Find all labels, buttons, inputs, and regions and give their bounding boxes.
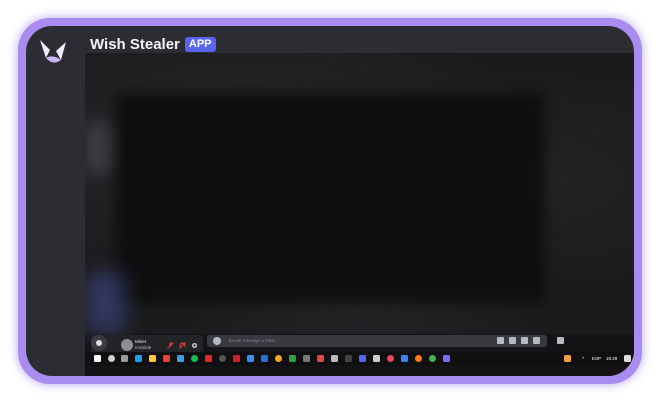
- user-status: Invisible: [135, 345, 152, 350]
- gear-icon[interactable]: [191, 342, 198, 349]
- sticker-icon[interactable]: [521, 337, 528, 344]
- app-title: Wish Stealer: [90, 35, 180, 53]
- notification-icon[interactable]: [624, 355, 631, 362]
- screen-overlay: Miner Invisible Enviar mensaje a #test: [85, 53, 634, 376]
- windows-start-icon[interactable]: [94, 355, 101, 362]
- wish-logo-icon: [40, 40, 66, 63]
- app-icon[interactable]: [317, 355, 324, 362]
- search-icon[interactable]: [108, 355, 115, 362]
- username: Miner: [135, 339, 147, 344]
- emoji-icon[interactable]: [533, 337, 540, 344]
- chrome-icon[interactable]: [163, 355, 170, 362]
- app-icon[interactable]: [219, 355, 226, 362]
- spotify-icon[interactable]: [191, 355, 198, 362]
- app-icon[interactable]: [401, 355, 408, 362]
- app-icon[interactable]: [289, 355, 296, 362]
- app-icon[interactable]: [233, 355, 240, 362]
- app-icon[interactable]: [373, 355, 380, 362]
- gift-icon[interactable]: [497, 337, 504, 344]
- tray-chevron[interactable]: ^: [582, 356, 584, 361]
- avatar[interactable]: [121, 339, 133, 351]
- file-explorer-icon[interactable]: [149, 355, 156, 362]
- app-icon[interactable]: [429, 355, 436, 362]
- headset-muted-icon[interactable]: [179, 342, 186, 349]
- taskbar-clock[interactable]: 16:29: [606, 356, 617, 361]
- app-title-row: Wish Stealer APP: [90, 35, 216, 53]
- app-icon[interactable]: [261, 355, 268, 362]
- vscode-icon[interactable]: [177, 355, 184, 362]
- tray-app-icon[interactable]: [564, 355, 571, 362]
- discord-taskbar-icon[interactable]: [359, 355, 366, 362]
- add-attachment-icon[interactable]: [213, 337, 221, 345]
- task-view-icon[interactable]: [121, 355, 128, 362]
- app-window: Wish Stealer APP Miner Invisible Enviar …: [26, 26, 634, 376]
- edge-icon[interactable]: [135, 355, 142, 362]
- taskbar-language[interactable]: ESP: [592, 356, 601, 361]
- apps-icon[interactable]: [557, 337, 564, 344]
- app-badge: APP: [184, 36, 216, 52]
- app-icon[interactable]: [331, 355, 338, 362]
- app-icon[interactable]: [387, 355, 394, 362]
- app-icon[interactable]: [303, 355, 310, 362]
- app-icon[interactable]: [275, 355, 282, 362]
- app-icon[interactable]: [443, 355, 450, 362]
- firefox-icon[interactable]: [415, 355, 422, 362]
- message-placeholder: Enviar mensaje a #test: [229, 338, 275, 343]
- app-icon[interactable]: [345, 355, 352, 362]
- gif-icon[interactable]: [509, 337, 516, 344]
- app-icon[interactable]: [247, 355, 254, 362]
- app-icon[interactable]: [205, 355, 212, 362]
- microphone-muted-icon[interactable]: [167, 342, 174, 349]
- discord-home-icon[interactable]: [91, 335, 107, 351]
